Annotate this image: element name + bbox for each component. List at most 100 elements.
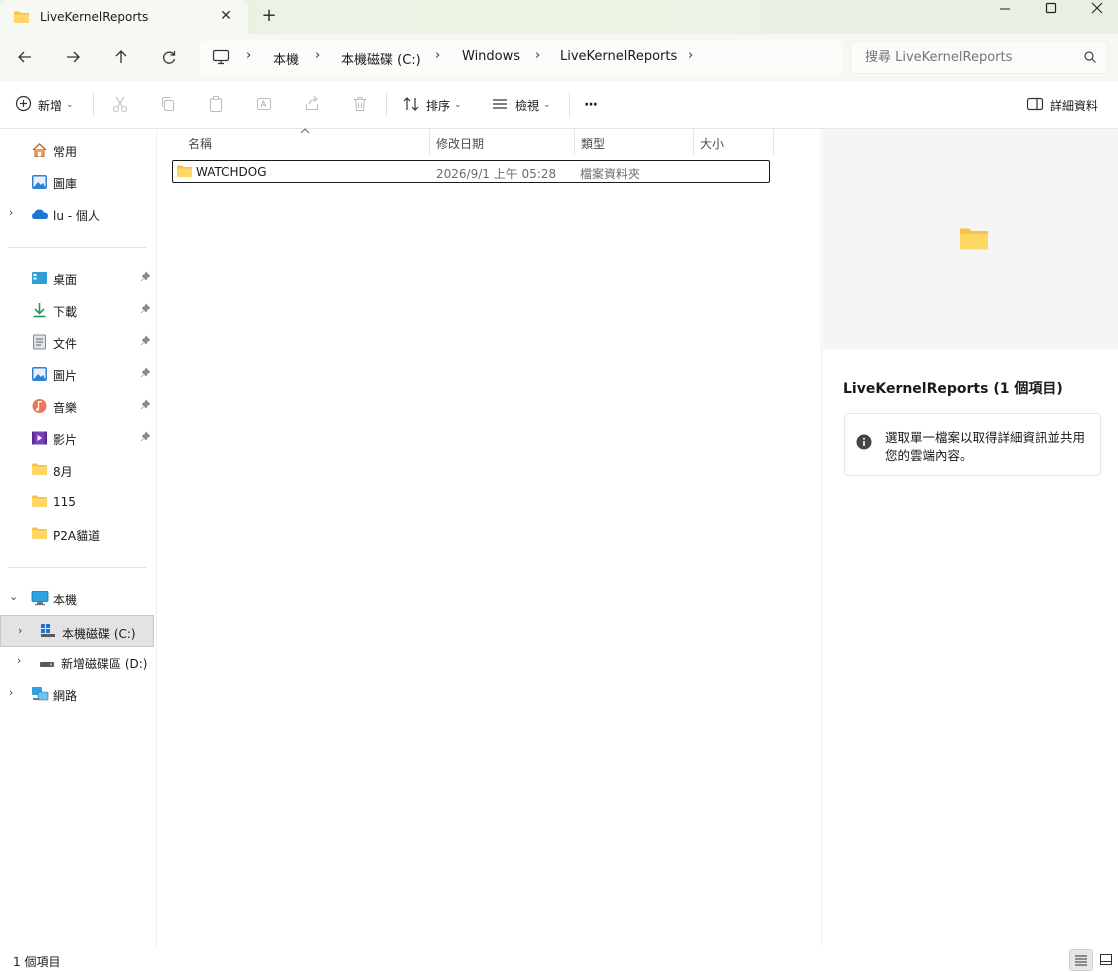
search-box[interactable] [850, 41, 1108, 74]
delete-button[interactable] [351, 81, 369, 129]
computer-icon [31, 590, 49, 609]
column-header-date[interactable]: 修改日期 [430, 129, 574, 155]
paste-button[interactable] [207, 81, 225, 129]
breadcrumb-this-pc[interactable]: 本機 [273, 49, 299, 68]
chevron-right-icon[interactable]: › [246, 48, 251, 63]
folder-icon [31, 494, 48, 512]
chevron-down-icon: ⌄ [543, 100, 551, 110]
cut-button[interactable] [111, 81, 129, 129]
copy-button[interactable] [159, 81, 177, 129]
sidebar-item-label: 文件 [53, 337, 78, 351]
item-count: 1 個項目 [13, 955, 61, 969]
more-options-button[interactable]: ··· [584, 81, 598, 129]
details-pane: LiveKernelReports (1 個項目) 選取單一檔案以取得詳細資訊並… [821, 129, 1118, 947]
pin-icon[interactable] [140, 399, 151, 413]
sidebar-item-drive-d[interactable]: › 新增磁碟區 (D:) [0, 648, 154, 676]
file-row-watchdog[interactable]: WATCHDOG 2026/9/1 上午 05:28 檔案資料夾 [172, 160, 770, 183]
sidebar-item-label: 115 [53, 495, 76, 509]
share-button[interactable] [303, 81, 321, 129]
sidebar-divider [8, 567, 146, 568]
navigation-pane: 常用 圖庫 › lu - 個人 桌面 下載 文件 圖片 音樂 影片 8月 115… [0, 129, 157, 947]
sidebar-item-pictures[interactable]: 圖片 [0, 360, 154, 388]
column-header-type[interactable]: 類型 [575, 129, 693, 155]
column-header-name[interactable]: 名稱 [182, 128, 429, 155]
pin-icon[interactable] [140, 303, 151, 317]
toolbar-divider [386, 93, 387, 117]
sidebar-item-label: 圖片 [53, 369, 78, 383]
new-button[interactable]: 新增 ⌄ [15, 81, 74, 129]
pin-icon[interactable] [140, 367, 151, 381]
copy-icon [159, 95, 177, 116]
sidebar-item-music[interactable]: 音樂 [0, 392, 154, 420]
sidebar-item-label: P2A貓道 [53, 529, 101, 543]
breadcrumb-windows[interactable]: Windows [462, 49, 520, 64]
info-icon [856, 434, 872, 453]
sidebar-item-documents[interactable]: 文件 [0, 328, 154, 356]
folder-icon [13, 10, 30, 27]
navigation-bar: › 本機 › 本機磁碟 (C:) › Windows › LiveKernelR… [0, 34, 1118, 81]
tab-title: LiveKernelReports [40, 10, 149, 24]
search-input[interactable] [865, 50, 1065, 65]
sidebar-item-home[interactable]: 常用 [0, 136, 154, 164]
chevron-right-icon[interactable]: › [18, 624, 22, 637]
sidebar-item-onedrive[interactable]: › lu - 個人 [0, 200, 154, 228]
search-icon[interactable] [1083, 50, 1097, 67]
breadcrumb-drive-c[interactable]: 本機磁碟 (C:) [341, 49, 421, 68]
close-tab-icon[interactable]: ✕ [217, 7, 235, 25]
info-text: 選取單一檔案以取得詳細資訊並共用您的雲端內容。 [885, 430, 1086, 463]
video-icon [31, 430, 48, 449]
clipboard-icon [207, 95, 225, 116]
sidebar-item-folder-8[interactable]: 8月 [0, 456, 154, 484]
sidebar-item-label: lu - 個人 [53, 209, 100, 223]
breadcrumb-livekernelreports[interactable]: LiveKernelReports [560, 49, 677, 64]
sidebar-item-folder-p2a[interactable]: P2A貓道 [0, 520, 154, 548]
tiles-view-button[interactable] [1095, 949, 1117, 971]
rename-button[interactable] [255, 81, 273, 129]
details-view-button[interactable] [1069, 949, 1093, 971]
chevron-down-icon[interactable]: ⌄ [9, 590, 18, 603]
column-divider[interactable] [773, 129, 774, 155]
tab-livekernelreports[interactable]: LiveKernelReports ✕ [0, 0, 248, 34]
computer-icon [212, 49, 230, 68]
sidebar-item-drive-c[interactable]: › 本機磁碟 (C:) [0, 615, 154, 647]
forward-button[interactable] [60, 44, 86, 70]
sort-ascending-icon [300, 128, 310, 134]
sort-button[interactable]: 排序 ⌄ [402, 81, 462, 129]
maximize-button[interactable] [1028, 0, 1074, 20]
sidebar-item-label: 網路 [53, 689, 78, 703]
back-button[interactable] [12, 44, 38, 70]
pin-icon[interactable] [140, 271, 151, 285]
sidebar-item-label: 新增磁碟區 (D:) [61, 657, 148, 671]
chevron-right-icon[interactable]: › [535, 48, 540, 63]
sidebar-item-label: 影片 [53, 433, 78, 447]
sidebar-item-folder-115[interactable]: 115 [0, 488, 154, 516]
chevron-right-icon[interactable]: › [9, 686, 13, 699]
chevron-right-icon[interactable]: › [17, 654, 21, 667]
rename-icon [255, 95, 273, 116]
chevron-right-icon[interactable]: › [9, 206, 13, 219]
details-pane-button[interactable]: 詳細資料 [1026, 81, 1098, 129]
chevron-right-icon[interactable]: › [435, 48, 440, 63]
view-label: 檢視 [515, 98, 540, 113]
sidebar-item-gallery[interactable]: 圖庫 [0, 168, 154, 196]
sidebar-item-this-pc[interactable]: ⌄ 本機 [0, 584, 154, 612]
sidebar-item-videos[interactable]: 影片 [0, 424, 154, 452]
address-bar[interactable]: › 本機 › 本機磁碟 (C:) › Windows › LiveKernelR… [200, 41, 842, 74]
scissors-icon [111, 95, 129, 116]
view-button[interactable]: 檢視 ⌄ [491, 81, 551, 129]
up-button[interactable] [108, 44, 134, 70]
sidebar-item-downloads[interactable]: 下載 [0, 296, 154, 324]
chevron-right-icon[interactable]: › [688, 48, 693, 63]
sidebar-item-network[interactable]: › 網路 [0, 680, 154, 708]
sidebar-item-desktop[interactable]: 桌面 [0, 264, 154, 292]
column-header-size[interactable]: 大小 [694, 129, 774, 155]
toolbar-divider [93, 93, 94, 117]
chevron-right-icon[interactable]: › [315, 48, 320, 63]
refresh-button[interactable] [156, 44, 182, 70]
pin-icon[interactable] [140, 335, 151, 349]
close-window-button[interactable] [1074, 0, 1118, 20]
pictures-icon [31, 366, 48, 385]
pin-icon[interactable] [140, 431, 151, 445]
minimize-button[interactable] [982, 0, 1028, 20]
new-tab-button[interactable]: + [259, 7, 279, 27]
